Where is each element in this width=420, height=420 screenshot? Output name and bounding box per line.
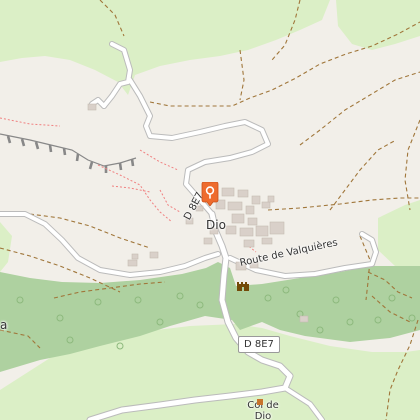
mountain-pass-poi[interactable]	[256, 391, 264, 405]
castle-icon	[237, 282, 249, 291]
map-canvas[interactable]: Dio a Col de Dio Route de Valquières D 8…	[0, 0, 420, 420]
pass-label-line2: Dio	[254, 411, 272, 420]
mountain-pass-icon	[257, 399, 263, 405]
map-base-layer	[0, 0, 420, 420]
place-label-dio: Dio	[206, 218, 226, 232]
castle-poi[interactable]	[236, 276, 250, 291]
place-label-edge: a	[0, 318, 8, 332]
selected-location-marker[interactable]	[200, 181, 220, 207]
road-ref-badge-d8e7: D 8E7	[238, 336, 280, 353]
map-pin-icon	[201, 181, 219, 207]
